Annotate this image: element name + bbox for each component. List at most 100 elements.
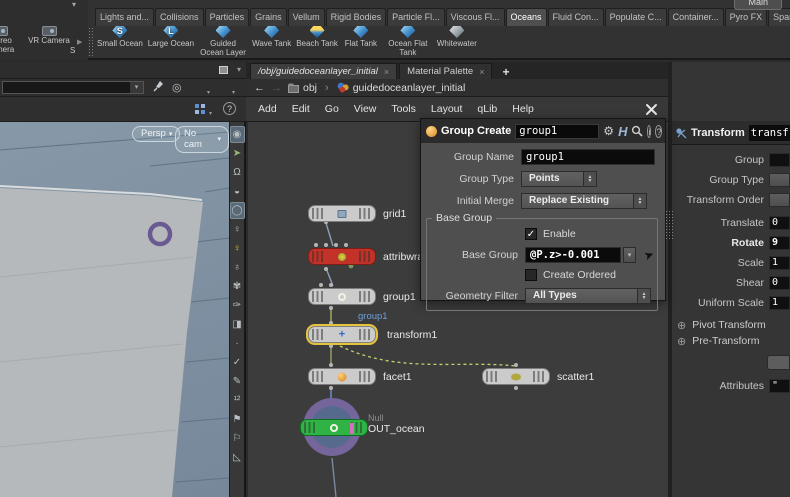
base-group-input[interactable]: [525, 246, 621, 263]
menu-edit[interactable]: Edit: [292, 103, 310, 115]
shelf-tab-fluid-containers[interactable]: Fluid Con...: [547, 8, 604, 26]
pin-icon[interactable]: [153, 80, 164, 92]
close-icon[interactable]: ×: [384, 67, 389, 77]
group-field[interactable]: [769, 153, 790, 167]
group-type-dropdown[interactable]: Points ▲ ▼: [521, 170, 597, 187]
ruler-icon[interactable]: ◺: [230, 448, 245, 467]
shelf-tab-particle-fluids[interactable]: Particle Fl...: [387, 8, 445, 26]
shelf-tab-grains[interactable]: Grains: [250, 8, 287, 26]
info-icon[interactable]: i: [647, 124, 652, 138]
dialog-title-bar[interactable]: Group Create ⚙ H i ?: [421, 119, 665, 143]
pane-maximize-icon[interactable]: [219, 66, 228, 74]
rotate-field[interactable]: 9: [769, 236, 790, 250]
eyelash-icon[interactable]: ✑: [230, 296, 245, 315]
shelf-tab-oceans[interactable]: Oceans: [505, 8, 547, 26]
menu-qlib[interactable]: qLib: [477, 103, 497, 115]
uniform-scale-field[interactable]: 1: [769, 296, 790, 310]
menu-add[interactable]: Add: [258, 103, 277, 115]
flag-outline-icon[interactable]: ⚐: [230, 429, 245, 448]
pivot-transform-collapse[interactable]: ⊕ Pivot Transform: [672, 317, 790, 333]
back-arrow-icon[interactable]: ←: [254, 82, 265, 94]
menu-layout[interactable]: Layout: [431, 103, 463, 115]
menu-tools[interactable]: Tools: [391, 103, 416, 115]
clipped-button[interactable]: [767, 355, 790, 370]
shelf-tab-pyro-fx[interactable]: Pyro FX: [724, 8, 768, 26]
attributes-field[interactable]: ": [769, 379, 790, 393]
spinner-icon[interactable]: ▲ ▼: [583, 171, 596, 186]
shelf-tool-wave-tank[interactable]: Wave Tank: [252, 26, 291, 49]
chevron-down-icon[interactable]: ▾: [209, 110, 212, 117]
chevron-down-icon[interactable]: ▾: [207, 89, 210, 96]
main-menu-button[interactable]: Main: [734, 0, 782, 10]
shelf-tool-stereo-camera[interactable]: Stereo Camera: [0, 26, 26, 55]
transform-pane-header[interactable]: Transform: [672, 121, 790, 145]
expand-icon[interactable]: ⊕: [677, 319, 686, 332]
visibility-icon[interactable]: ◉: [229, 126, 245, 143]
paint-bucket-icon[interactable]: ◨: [230, 315, 245, 334]
shelf-tool-whitewater[interactable]: Whitewater: [437, 26, 477, 49]
geometry-filter-dropdown[interactable]: All Types ▲ ▼: [525, 287, 651, 304]
create-ordered-checkbox[interactable]: [525, 269, 537, 281]
node-group1[interactable]: group1: [308, 288, 416, 305]
lock-icon[interactable]: Ω: [230, 163, 245, 182]
breadcrumb-current[interactable]: guidedoceanlayer_initial: [337, 82, 465, 94]
shade-cluster-icon[interactable]: ✾: [230, 277, 245, 296]
point-display-icon[interactable]: ∙: [230, 334, 245, 353]
pick-geometry-arrow-icon[interactable]: ➤: [642, 246, 656, 263]
menu-help[interactable]: Help: [512, 103, 534, 115]
shelf-tool-flat-tank[interactable]: Flat Tank: [343, 26, 379, 49]
gear-icon[interactable]: ⚙: [603, 125, 614, 137]
expand-icon[interactable]: ⊕: [677, 335, 686, 348]
node-grid1[interactable]: grid1: [308, 205, 406, 222]
shelf-tool-vr-camera[interactable]: VR Camera: [26, 26, 72, 46]
chevron-down-icon[interactable]: ▾: [232, 89, 235, 96]
node-name-input[interactable]: [515, 123, 600, 139]
shelf-tab-particles[interactable]: Particles: [204, 8, 250, 26]
shelf-overflow-arrow-icon[interactable]: ▶: [77, 38, 82, 46]
shelf-tab-vellum[interactable]: Vellum: [287, 8, 325, 26]
wrench-tools-icon[interactable]: [645, 103, 658, 116]
tab-obj-guidedoceanlayer[interactable]: /obj/guidedoceanlayer_initial ×: [250, 63, 398, 79]
node-scatter1[interactable]: scatter1: [482, 368, 594, 385]
shelf-tool-guided-ocean-layer[interactable]: Guided Ocean Layer: [199, 26, 247, 58]
menu-go[interactable]: Go: [325, 103, 339, 115]
forward-arrow-icon[interactable]: →: [271, 82, 282, 94]
help-icon[interactable]: ?: [223, 102, 236, 115]
lightbulb-on-icon[interactable]: ♀: [230, 239, 245, 258]
initial-merge-dropdown[interactable]: Replace Existing ▲ ▼: [521, 192, 647, 209]
shelf-tab-populate-crowds[interactable]: Populate C...: [604, 8, 667, 26]
node-out-ocean[interactable]: [300, 419, 368, 436]
new-tab-button[interactable]: +: [494, 65, 517, 79]
shelf-tab-collisions[interactable]: Collisions: [155, 8, 204, 26]
houdini-logo-icon[interactable]: H: [618, 125, 627, 138]
help-icon[interactable]: ?: [655, 124, 663, 138]
pen-icon[interactable]: ✎: [230, 372, 245, 391]
scene-viewport[interactable]: Persp ▾ No cam ▾: [0, 122, 229, 497]
select-arrow-icon[interactable]: ➤: [230, 144, 245, 163]
pane-menu-dropdown-icon[interactable]: ▾: [237, 65, 241, 74]
chevron-down-icon[interactable]: ▾: [623, 246, 636, 263]
breadcrumb-root[interactable]: obj: [288, 82, 317, 94]
pre-transform-collapse[interactable]: ⊕ Pre-Transform: [672, 333, 790, 349]
spinner-icon[interactable]: ▲ ▼: [633, 193, 646, 208]
transform-name-input[interactable]: [748, 124, 790, 141]
menu-view[interactable]: View: [354, 103, 377, 115]
camera-select-combo[interactable]: ▾: [2, 81, 144, 94]
camera-select-dropdown[interactable]: No cam ▾: [175, 126, 229, 153]
node-color-dot-icon[interactable]: [426, 125, 437, 137]
node-facet1[interactable]: facet1: [308, 368, 412, 385]
close-icon[interactable]: ×: [479, 67, 484, 77]
point-numbers-icon[interactable]: ¹²: [230, 391, 245, 410]
shelf-divider-handle[interactable]: [88, 27, 95, 58]
shelf-tool-large-ocean[interactable]: L Large Ocean: [148, 26, 194, 49]
scale-field[interactable]: 1: [769, 256, 790, 270]
shelf-tool-ocean-flat-tank[interactable]: Ocean Flat Tank: [384, 26, 432, 58]
select-circle-icon[interactable]: ◯: [229, 202, 245, 219]
node-transform1[interactable]: + transform1: [308, 326, 437, 343]
shear-field[interactable]: 0: [769, 276, 790, 290]
shelf-tool-beach-tank[interactable]: Beach Tank: [296, 26, 338, 49]
two-lights-icon[interactable]: ♁: [230, 258, 245, 277]
group-type-dropdown[interactable]: [769, 173, 790, 187]
transform-order-dropdown[interactable]: [769, 193, 790, 207]
node-attribwrangle1[interactable]: attribwrangle1: [308, 248, 449, 265]
